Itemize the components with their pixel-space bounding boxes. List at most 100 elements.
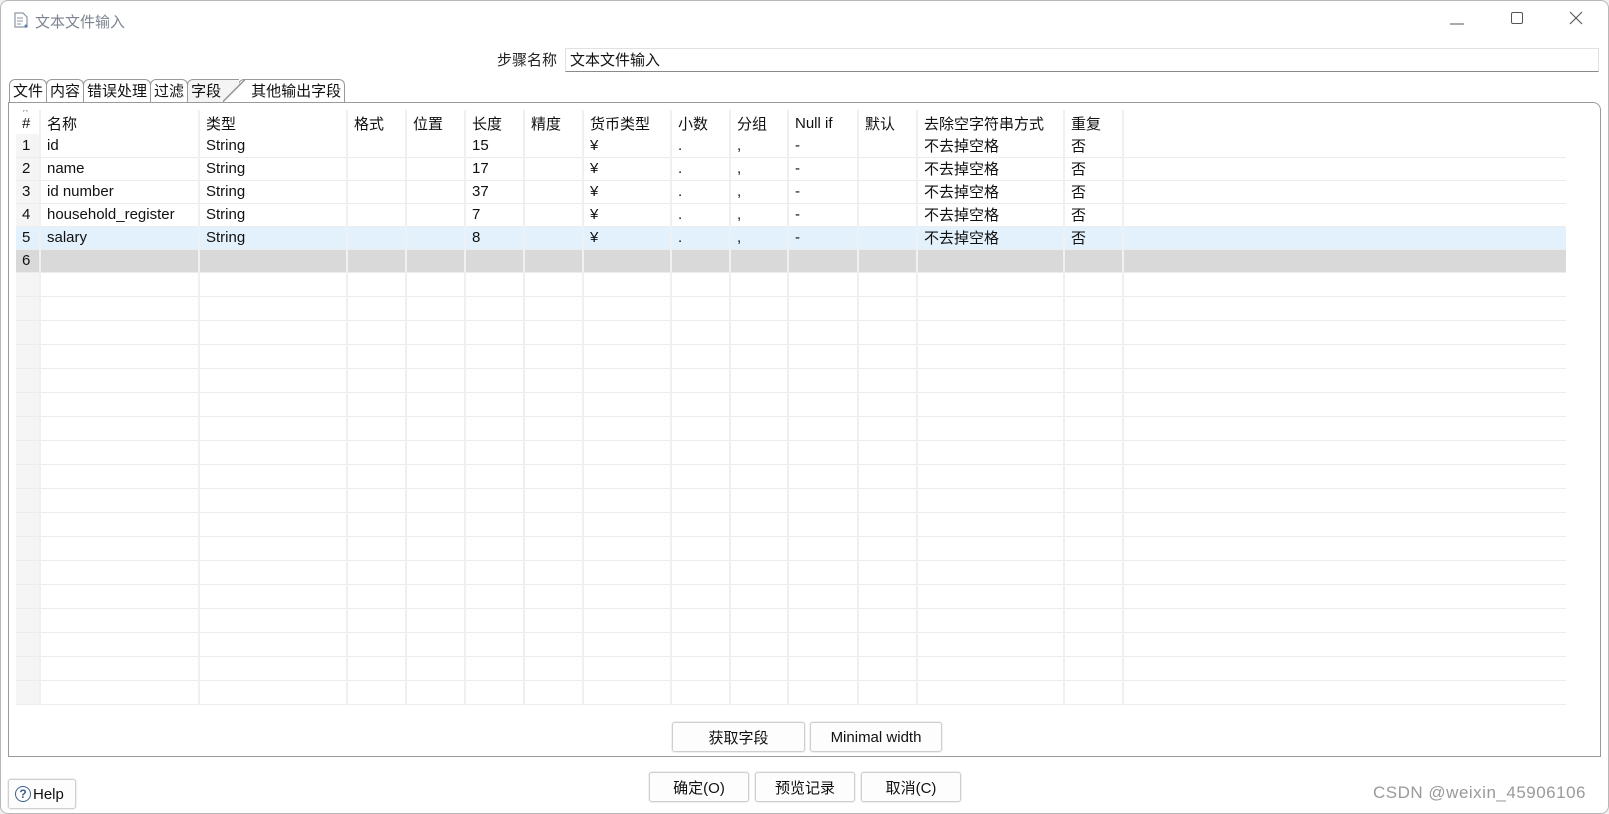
empty-cell[interactable] [40,488,200,513]
empty-cell[interactable] [16,296,41,321]
tab-error-handling[interactable]: 错误处理 [83,79,152,102]
empty-cell[interactable] [406,416,466,441]
empty-cell[interactable] [40,320,200,345]
empty-cell[interactable] [1064,488,1124,513]
cell-currency[interactable]: ¥ [583,203,672,227]
cell-group[interactable]: , [730,203,789,227]
empty-row[interactable] [16,296,1566,321]
empty-cell[interactable] [671,320,731,345]
empty-cell[interactable] [917,584,1065,609]
cell-precision[interactable] [524,249,584,273]
empty-cell[interactable] [199,512,348,537]
empty-cell[interactable] [465,608,525,633]
empty-cell[interactable] [858,536,918,561]
empty-row[interactable] [16,632,1566,657]
empty-cell[interactable] [917,344,1065,369]
empty-cell[interactable] [917,656,1065,681]
empty-cell[interactable] [917,296,1065,321]
empty-cell[interactable] [465,632,525,657]
empty-cell[interactable] [858,272,918,297]
empty-cell[interactable] [465,320,525,345]
empty-cell[interactable] [730,272,789,297]
cell-decimal[interactable] [671,249,731,273]
empty-cell[interactable] [40,560,200,585]
table-row[interactable]: 4 household_register String 7 ¥., - 不去掉空格否 [16,203,1566,227]
cell-trim-type[interactable] [917,249,1065,273]
empty-cell[interactable] [671,344,731,369]
empty-cell[interactable] [465,392,525,417]
empty-cell[interactable] [917,464,1065,489]
empty-cell[interactable] [524,608,584,633]
empty-cell[interactable] [788,584,859,609]
empty-cell[interactable] [465,440,525,465]
empty-cell[interactable] [465,416,525,441]
cell-type[interactable]: String [199,226,348,250]
tab-other-output-fields[interactable]: 其他输出字段 [238,79,346,102]
empty-cell[interactable] [347,344,407,369]
cell-default[interactable] [858,157,918,181]
empty-cell[interactable] [858,416,918,441]
empty-cell[interactable] [788,440,859,465]
empty-cell[interactable] [524,656,584,681]
empty-cell[interactable] [858,488,918,513]
empty-cell[interactable] [583,680,672,705]
cell-group[interactable]: , [730,180,789,204]
empty-cell[interactable] [406,560,466,585]
empty-cell[interactable] [730,320,789,345]
empty-cell[interactable] [199,464,348,489]
empty-cell[interactable] [406,536,466,561]
cell-default[interactable] [858,180,918,204]
empty-cell[interactable] [917,632,1065,657]
empty-cell[interactable] [1064,344,1124,369]
empty-cell[interactable] [788,464,859,489]
empty-cell[interactable] [465,488,525,513]
empty-cell[interactable] [1064,656,1124,681]
empty-cell[interactable] [671,392,731,417]
cancel-button[interactable]: 取消(C) [861,772,961,802]
empty-cell[interactable] [583,560,672,585]
empty-row[interactable] [16,344,1566,369]
empty-cell[interactable] [406,440,466,465]
empty-cell[interactable] [40,392,200,417]
empty-cell[interactable] [583,584,672,609]
empty-cell[interactable] [347,560,407,585]
empty-cell[interactable] [788,608,859,633]
empty-cell[interactable] [16,536,41,561]
empty-cell[interactable] [858,344,918,369]
empty-cell[interactable] [199,560,348,585]
empty-cell[interactable] [1064,560,1124,585]
empty-cell[interactable] [858,656,918,681]
empty-cell[interactable] [583,656,672,681]
column-header-repeat[interactable]: 重复 [1064,110,1124,134]
empty-cell[interactable] [40,608,200,633]
column-header-default[interactable]: 默认 [858,110,918,134]
empty-cell[interactable] [16,464,41,489]
empty-cell[interactable] [1064,392,1124,417]
empty-cell[interactable] [347,632,407,657]
cell-length[interactable]: 37 [465,180,525,204]
cell-type[interactable]: String [199,203,348,227]
empty-cell[interactable] [583,320,672,345]
empty-cell[interactable] [524,464,584,489]
empty-cell[interactable] [1064,584,1124,609]
cell-repeat[interactable]: 否 [1064,226,1124,250]
cell-trim-type[interactable]: 不去掉空格 [917,134,1065,158]
cell-position[interactable] [406,203,466,227]
empty-cell[interactable] [583,488,672,513]
empty-cell[interactable] [524,392,584,417]
cell-default[interactable] [858,226,918,250]
empty-cell[interactable] [406,680,466,705]
empty-row[interactable] [16,368,1566,393]
empty-row[interactable] [16,656,1566,681]
cell-repeat[interactable]: 否 [1064,157,1124,181]
empty-cell[interactable] [730,512,789,537]
column-header-index[interactable]: ^ # [16,110,41,134]
empty-cell[interactable] [406,632,466,657]
tab-content[interactable]: 内容 [46,79,85,102]
empty-cell[interactable] [730,584,789,609]
empty-cell[interactable] [583,464,672,489]
empty-cell[interactable] [199,296,348,321]
preview-button[interactable]: 预览记录 [755,772,855,802]
empty-cell[interactable] [406,296,466,321]
cell-position[interactable] [406,180,466,204]
